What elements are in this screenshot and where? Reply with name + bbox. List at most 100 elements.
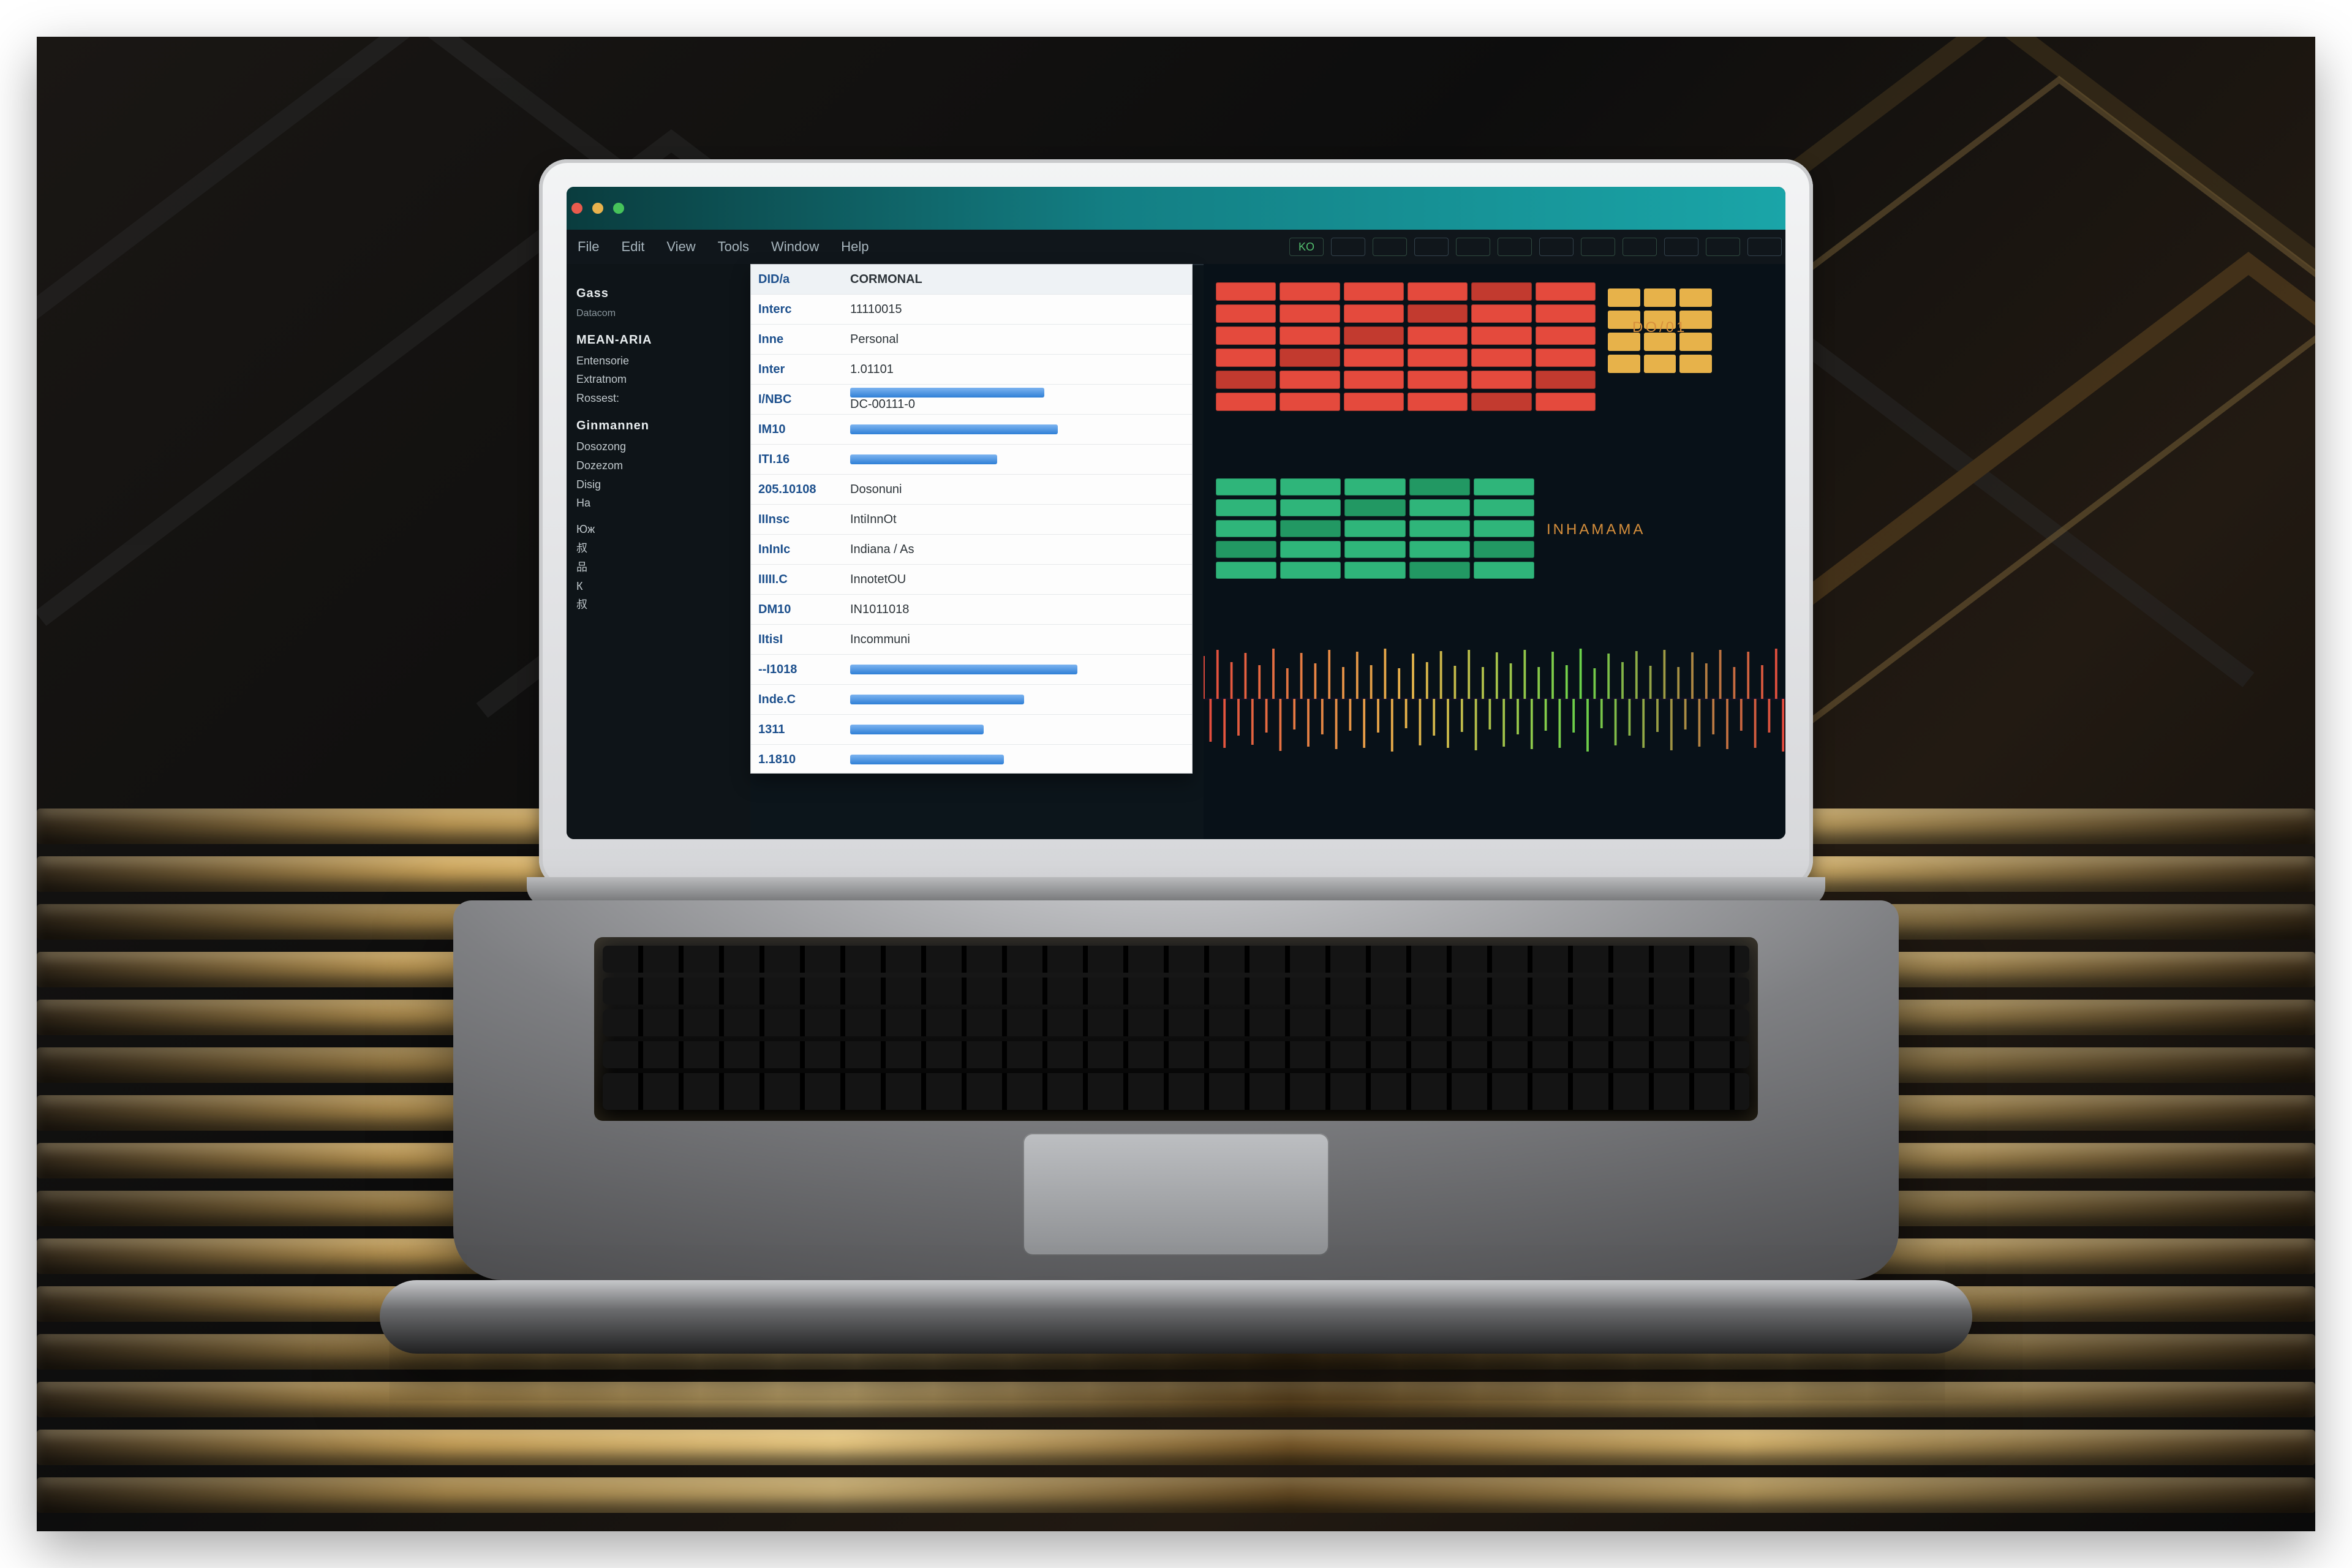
status-chip [1539,238,1574,256]
sidebar-item[interactable]: Rossest: [576,390,741,407]
cell-value: Personal [850,333,1185,347]
menu-bar[interactable]: File Edit View Tools Window Help KO [567,230,1785,265]
table-row[interactable]: ITI.16 [751,445,1192,475]
cell-key: Inne [758,333,850,347]
table-row[interactable]: IIInscIntiInnOt [751,505,1192,535]
status-chip [1331,238,1365,256]
status-chip [1414,238,1449,256]
cell-key: IM10 [758,423,850,437]
sidebar-item[interactable]: Entensorie [576,352,741,370]
sidebar-heading: Gass [576,284,741,303]
table-row[interactable]: Interc11110015 [751,295,1192,325]
table-row[interactable]: InInIcIndiana / As [751,535,1192,565]
cell-key: 1.1810 [758,753,850,767]
cell-value: 11110015 [850,303,1185,317]
keyboard [594,937,1758,1121]
cell-value: Incommuni [850,633,1185,647]
table-row[interactable]: --I1018 [751,655,1192,685]
menu-item[interactable]: View [666,239,695,255]
status-chip [1581,238,1615,256]
sidebar-item[interactable]: 叔 [576,540,741,557]
waveform [1204,631,1785,766]
sidebar-item[interactable]: На [576,494,741,512]
status-chip [1456,238,1490,256]
cell-value [850,424,1185,434]
sidebar-heading: MEAN-ARIA [576,330,741,350]
status-chip [1664,238,1698,256]
progress-bar [850,424,1058,434]
table-row[interactable]: IIIII.CInnotetOU [751,565,1192,595]
table-row[interactable]: DM10IN1011018 [751,595,1192,625]
cell-value [850,665,1185,674]
cell-value [850,725,1185,734]
table-row[interactable]: IItisIIncommuni [751,625,1192,655]
cell-value [850,454,1185,464]
cell-key: ITI.16 [758,453,850,467]
status-chips: KO [1286,238,1785,256]
sidebar-item[interactable]: Юж [576,521,741,538]
table-row[interactable]: InnePersonal [751,325,1192,355]
progress-bar [850,454,997,464]
menu-item[interactable]: Help [841,239,869,255]
heat-grid-green [1216,478,1534,576]
viz-label: DO/01 [1632,319,1687,336]
close-icon[interactable] [571,203,582,214]
cell-key: Inter [758,363,850,377]
cell-key: I/NBC [758,393,850,407]
cell-key: 205.10108 [758,483,850,497]
menu-item[interactable]: Edit [621,239,644,255]
table-row[interactable]: 1.1810 [751,745,1192,774]
table-row[interactable]: Inter1.01101 [751,355,1192,385]
cell-key: 1311 [758,723,850,737]
col-key: DID/a [758,273,850,287]
window-titlebar[interactable] [567,187,1785,231]
visualizer-panel[interactable]: DO/01 INHAMAMA [1204,264,1785,839]
table-row[interactable]: 205.10108Dosonuni [751,475,1192,505]
cell-key: IItisI [758,633,850,647]
sidebar-item[interactable]: Dosozong [576,438,741,456]
table-row[interactable]: IM10 [751,415,1192,445]
menu-item[interactable]: Window [771,239,819,255]
table-row[interactable]: 1311 [751,715,1192,745]
menu-item[interactable]: File [578,239,599,255]
sidebar-item[interactable]: Disig [576,476,741,494]
sidebar-item[interactable]: Dozezom [576,457,741,475]
sidebar-item[interactable]: 叔 [576,596,741,614]
col-value: CORMONAL [850,273,1185,287]
screen-bezel: File Edit View Tools Window Help KO [567,187,1785,839]
cell-value [850,695,1185,704]
properties-panel[interactable]: DID/a CORMONAL Interc11110015InnePersona… [750,264,1193,774]
sidebar-heading: Ginmannen [576,416,741,435]
cell-key: IIInsc [758,513,850,527]
cell-value [850,755,1185,764]
status-chip [1747,238,1782,256]
cell-key: --I1018 [758,663,850,677]
heat-grid-red [1216,282,1596,411]
cell-key: IIIII.C [758,573,850,587]
table-header: DID/a CORMONAL [751,265,1192,295]
progress-bar [850,388,1044,398]
status-chip [1706,238,1740,256]
maximize-icon[interactable] [613,203,624,214]
cell-key: Inde.C [758,693,850,707]
status-chip [1373,238,1407,256]
laptop: File Edit View Tools Window Help KO [453,159,1899,1446]
laptop-foot [380,1280,1972,1354]
progress-bar [850,695,1024,704]
menu-item[interactable]: Tools [718,239,749,255]
cell-value: DC-00111-0 [850,388,1185,412]
minimize-icon[interactable] [592,203,603,214]
sidebar-item[interactable]: Extratnom [576,371,741,388]
cell-value: 1.01101 [850,363,1185,377]
table-row[interactable]: I/NBCDC-00111-0 [751,385,1192,415]
status-chip [1623,238,1657,256]
sidebar[interactable]: Gass Datacom MEAN-ARIA Entensorie Extrat… [567,264,750,839]
status-chip [1498,238,1532,256]
table-row[interactable]: Inde.C [751,685,1192,715]
cell-value: IntiInnOt [850,513,1185,527]
sidebar-item[interactable]: 品 [576,559,741,576]
sidebar-item[interactable]: К [576,578,741,595]
laptop-lid: File Edit View Tools Window Help KO [539,159,1813,888]
progress-bar [850,725,984,734]
status-chip: KO [1289,238,1324,256]
